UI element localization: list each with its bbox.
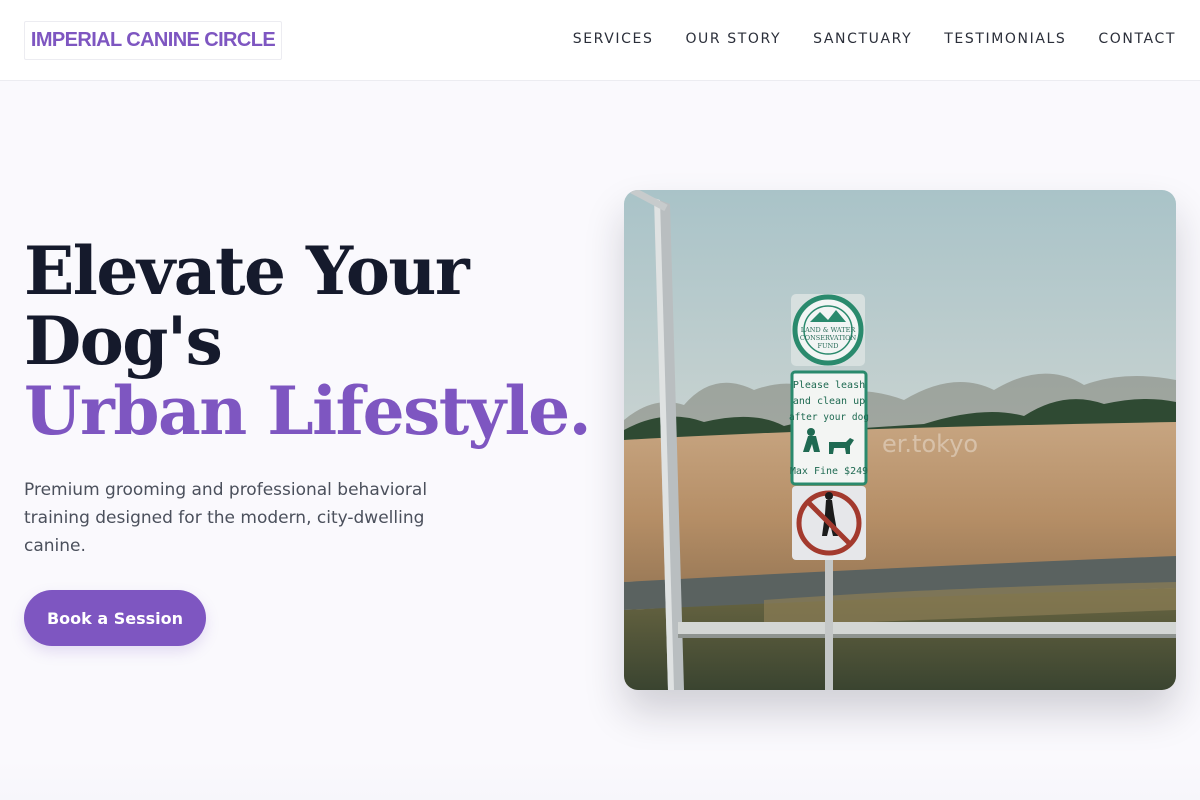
sign-middle-text-4: Max Fine $249 [790, 466, 868, 477]
nav-link-our-story[interactable]: OUR STORY [685, 29, 781, 49]
site-header: IMPERIAL CANINE CIRCLE SERVICES OUR STOR… [0, 0, 1200, 81]
sign-middle-text-1: Please leash [793, 380, 865, 391]
sign-middle-text-3: after your dog [789, 412, 869, 423]
hero-title-accent: Urban Lifestyle. [24, 372, 592, 450]
sign-middle-text-2: and clean up [793, 396, 865, 407]
hero-title-line2: Dog's [24, 302, 223, 380]
hero-title-line1: Elevate Your [24, 232, 470, 310]
book-session-button[interactable]: Book a Session [24, 590, 206, 646]
nav-link-testimonials[interactable]: TESTIMONIALS [944, 29, 1066, 49]
hero-title: Elevate Your Dog's Urban Lifestyle. [24, 232, 592, 450]
brand-logo[interactable]: IMPERIAL CANINE CIRCLE [24, 21, 282, 60]
nav-link-services[interactable]: SERVICES [573, 29, 654, 49]
nav-link-contact[interactable]: CONTACT [1098, 29, 1176, 49]
section-divider [0, 760, 1200, 800]
sign-top-text-3: FUND [818, 342, 839, 350]
nav-link-sanctuary[interactable]: SANCTUARY [813, 29, 912, 49]
sign-top-text-1: LAND & WATER [801, 326, 857, 334]
main-nav: SERVICES OUR STORY SANCTUARY TESTIMONIAL… [573, 29, 1176, 49]
sign-top-text-2: CONSERVATION [800, 334, 857, 342]
photo-watermark: er.tokyo [882, 430, 978, 458]
hero-description: Premium grooming and professional behavi… [24, 480, 428, 556]
hero-photo: LAND & WATER CONSERVATION FUND Please le… [624, 190, 1176, 690]
